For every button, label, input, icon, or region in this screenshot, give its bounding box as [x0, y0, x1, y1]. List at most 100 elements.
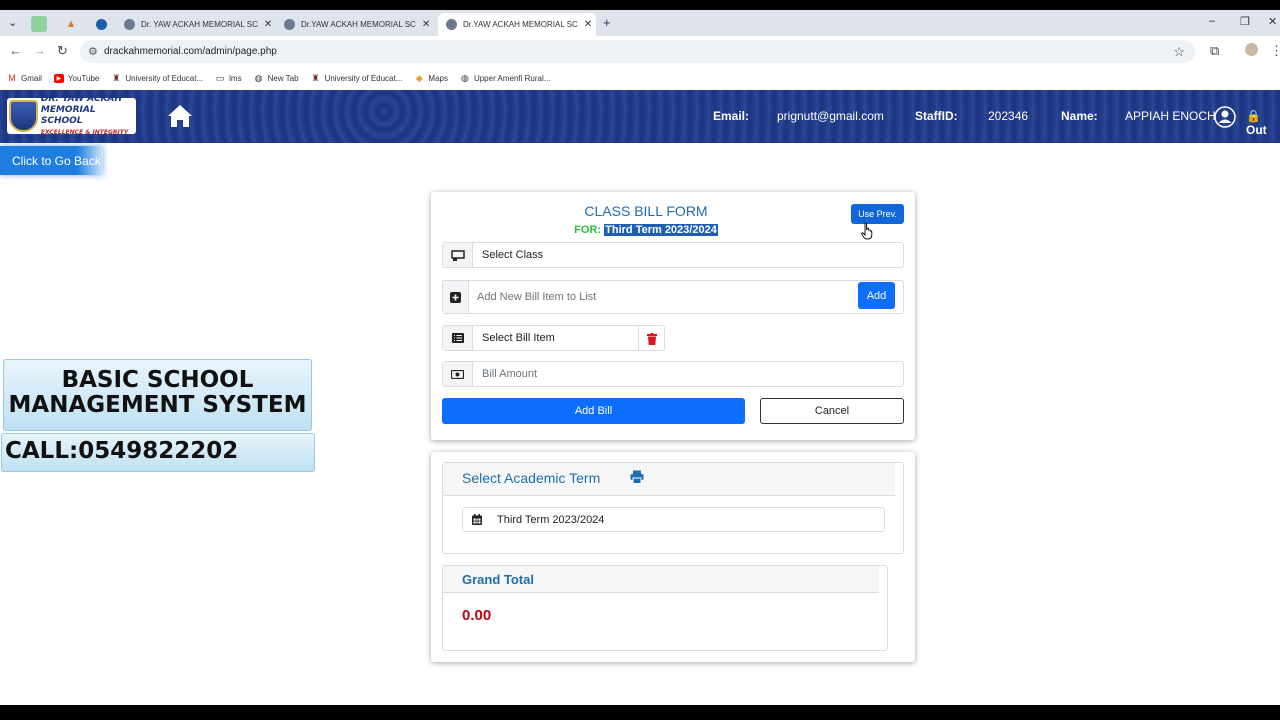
restore-icon[interactable]: ❐ — [1240, 15, 1250, 28]
bookmark-label: Upper Amenfi Rural... — [473, 73, 551, 83]
bookmark-label: lms — [229, 73, 242, 83]
academic-term-header: Select Academic Term — [443, 463, 895, 496]
bill-amount-input[interactable]: Bill Amount — [473, 368, 537, 380]
tab-3-active[interactable]: Dr.YAW ACKAH MEMORIAL SC ✕ — [438, 13, 596, 36]
add-bill-button[interactable]: Add Bill — [442, 398, 745, 424]
profile-avatar-icon[interactable] — [1245, 43, 1258, 56]
university-icon: ♜ — [112, 72, 121, 83]
url-field[interactable]: ⚙ drackahmemorial.com/admin/page.php ☆ — [80, 40, 1195, 63]
select-bill-item-dropdown[interactable]: Select Bill Item — [442, 325, 665, 351]
select-bill-item-value: Select Bill Item — [482, 332, 555, 344]
tab-favicon-icon — [446, 19, 457, 30]
bookmark-star-icon[interactable]: ☆ — [1173, 44, 1185, 60]
calendar-icon — [463, 508, 491, 531]
maps-icon: ◆ — [415, 72, 423, 83]
trash-icon — [646, 332, 657, 345]
system-title-banner: BASIC SCHOOL MANAGEMENT SYSTEM — [3, 359, 312, 431]
tab-favicon-icon — [284, 19, 295, 30]
use-previous-button[interactable]: Use Prev. — [851, 204, 904, 224]
bookmark-label: University of Educat... — [125, 73, 204, 83]
tab-search-icon[interactable]: ⌄ — [8, 16, 17, 29]
folder-icon: ▭ — [215, 72, 225, 83]
add-item-button[interactable]: Add — [858, 282, 895, 309]
system-title-line-1: BASIC SCHOOL — [61, 367, 254, 393]
logout-label: Out — [1246, 123, 1267, 137]
extensions-icon[interactable]: ⧉ — [1210, 43, 1219, 59]
bookmark-new-tab[interactable]: ◍ New Tab — [254, 73, 299, 83]
reload-icon[interactable]: ↻ — [57, 43, 68, 59]
grand-total-value: 0.00 — [462, 607, 492, 624]
print-icon[interactable] — [630, 470, 644, 484]
browser-tabstrip: ⌄ ▲ Dr. YAW ACKAH MEMORIAL SC ✕ Dr.YAW A… — [0, 10, 1280, 36]
crest-icon — [9, 100, 38, 132]
address-bar-row: ← → ↻ ⚙ drackahmemorial.com/admin/page.p… — [0, 36, 1280, 66]
bookmark-gmail[interactable]: M Gmail — [7, 73, 42, 83]
bookmark-university-2[interactable]: ♜ University of Educat... — [311, 73, 403, 83]
tab-1[interactable]: Dr. YAW ACKAH MEMORIAL SC ✕ — [116, 13, 274, 36]
bookmark-maps[interactable]: ◆ Maps — [414, 72, 448, 83]
cancel-button[interactable]: Cancel — [760, 398, 904, 424]
close-window-icon[interactable]: ✕ — [1268, 15, 1277, 28]
youtube-icon: ▶ — [53, 73, 64, 83]
minimize-icon[interactable]: – — [1209, 15, 1215, 27]
new-bill-item-input[interactable]: Add New Bill Item to List — [469, 291, 596, 303]
tab-close-icon[interactable]: ✕ — [578, 19, 592, 30]
for-term-value: Third Term 2023/2024 — [604, 224, 718, 236]
go-back-button[interactable]: Click to Go Back — [0, 146, 103, 175]
lock-icon: 🔒 — [1246, 109, 1261, 123]
site-info-icon[interactable]: ⚙ — [88, 45, 98, 58]
browser-menu-icon[interactable]: ⋮ — [1270, 43, 1280, 59]
new-bill-item-group: Add New Bill Item to List — [442, 280, 904, 314]
academic-term-select[interactable]: Third Term 2023/2024 — [462, 507, 885, 532]
mouse-pointer-icon — [861, 222, 873, 240]
bookmark-upper-amenfi[interactable]: ◍ Upper Amenfi Rural... — [460, 72, 551, 83]
class-bill-form-card: CLASS BILL FORM FOR: Third Term 2023/202… — [431, 192, 915, 440]
bookmark-youtube[interactable]: ▶ YouTube — [53, 73, 100, 83]
name-label: Name: — [1061, 109, 1098, 123]
pinned-tab-2[interactable]: ▲ — [63, 16, 79, 32]
site-header: DR. YAW ACKAH MEMORIAL SCHOOL EXCELLENCE… — [0, 90, 1280, 143]
name-value: APPIAH ENOCH — [1125, 109, 1216, 123]
logo-line-1: DR. YAW ACKAH — [40, 94, 122, 104]
bookmark-label: New Tab — [267, 73, 299, 83]
bill-amount-group: Bill Amount — [442, 361, 904, 387]
tab-2[interactable]: Dr.YAW ACKAH MEMORIAL SC ✕ — [276, 13, 434, 36]
new-tab-icon[interactable]: + — [603, 15, 611, 30]
staff-id-value: 202346 — [988, 109, 1029, 123]
tab-close-icon[interactable]: ✕ — [416, 19, 430, 30]
email-label: Email: — [713, 109, 750, 123]
plus-square-icon — [443, 281, 469, 313]
email-value: prignutt@gmail.com — [777, 109, 884, 123]
list-icon — [443, 326, 473, 350]
grand-total-box: Grand Total 0.00 — [442, 565, 888, 651]
select-class-dropdown[interactable]: Select Class — [442, 242, 904, 268]
logo-line-2: MEMORIAL SCHOOL — [40, 105, 96, 126]
back-arrow-icon[interactable]: ← — [9, 43, 22, 58]
system-title-line-2: MANAGEMENT SYSTEM — [8, 392, 307, 418]
school-logo[interactable]: DR. YAW ACKAH MEMORIAL SCHOOL EXCELLENCE… — [7, 94, 136, 136]
bookmark-lms[interactable]: ▭ lms — [215, 72, 242, 83]
globe-icon: ◍ — [461, 72, 469, 83]
tab-1-label: Dr. YAW ACKAH MEMORIAL SC — [141, 20, 258, 29]
pinned-tab-1[interactable] — [31, 16, 47, 32]
forward-arrow-icon[interactable]: → — [33, 43, 46, 58]
money-bill-icon — [443, 362, 473, 386]
url-text: drackahmemorial.com/admin/page.php — [104, 46, 277, 57]
delete-item-button[interactable] — [638, 326, 664, 351]
tab-3-label: Dr.YAW ACKAH MEMORIAL SC — [463, 20, 578, 29]
grand-total-title: Grand Total — [462, 572, 534, 587]
grand-total-header: Grand Total — [443, 566, 879, 593]
home-icon[interactable] — [167, 104, 193, 128]
user-avatar-icon[interactable] — [1214, 106, 1236, 128]
bookmark-label: Gmail — [21, 73, 42, 83]
staff-id-label: StaffID: — [915, 109, 958, 123]
term-summary-card: Select Academic Term Third Term 2023/202… — [431, 452, 915, 662]
pinned-tab-3[interactable] — [93, 16, 109, 32]
form-title: CLASS BILL FORM — [584, 203, 708, 219]
bookmark-label: YouTube — [67, 73, 100, 83]
academic-term-value: Third Term 2023/2024 — [497, 513, 605, 526]
select-class-value: Select Class — [482, 249, 544, 261]
tab-close-icon[interactable]: ✕ — [258, 19, 272, 30]
bookmark-university-1[interactable]: ♜ University of Educat... — [111, 72, 204, 83]
logout-button[interactable]: 🔒Out — [1246, 109, 1280, 137]
